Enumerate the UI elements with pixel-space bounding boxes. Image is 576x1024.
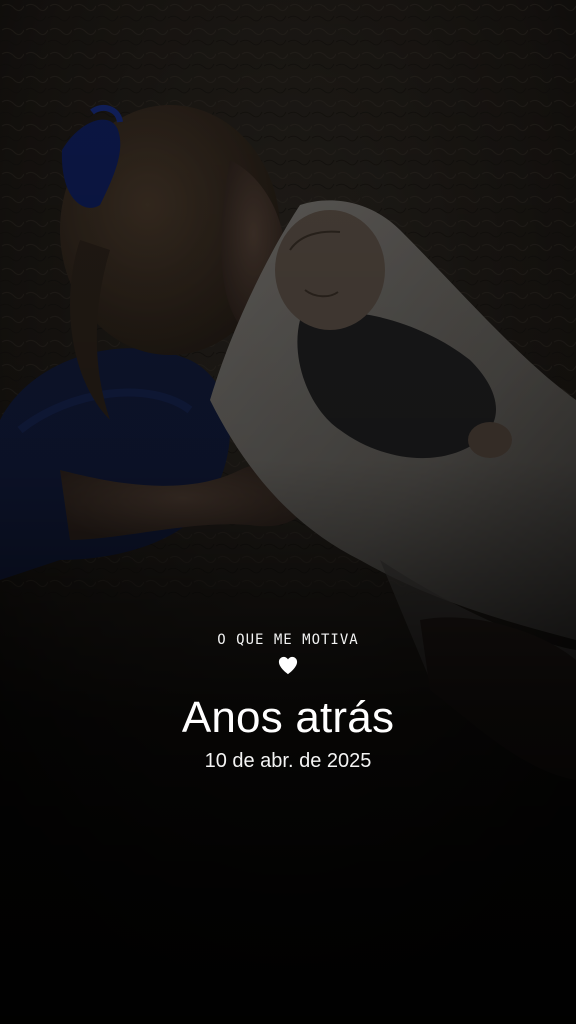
memory-photo	[0, 0, 576, 1024]
heart-icon	[278, 656, 298, 675]
memory-date: 10 de abr. de 2025	[204, 750, 372, 772]
memory-story-frame[interactable]: O QUE ME MOTIVA Anos atrás 10 de abr. de…	[0, 0, 576, 1024]
memory-title: Anos atrás	[181, 693, 395, 742]
memory-caption: O QUE ME MOTIVA	[217, 632, 359, 648]
